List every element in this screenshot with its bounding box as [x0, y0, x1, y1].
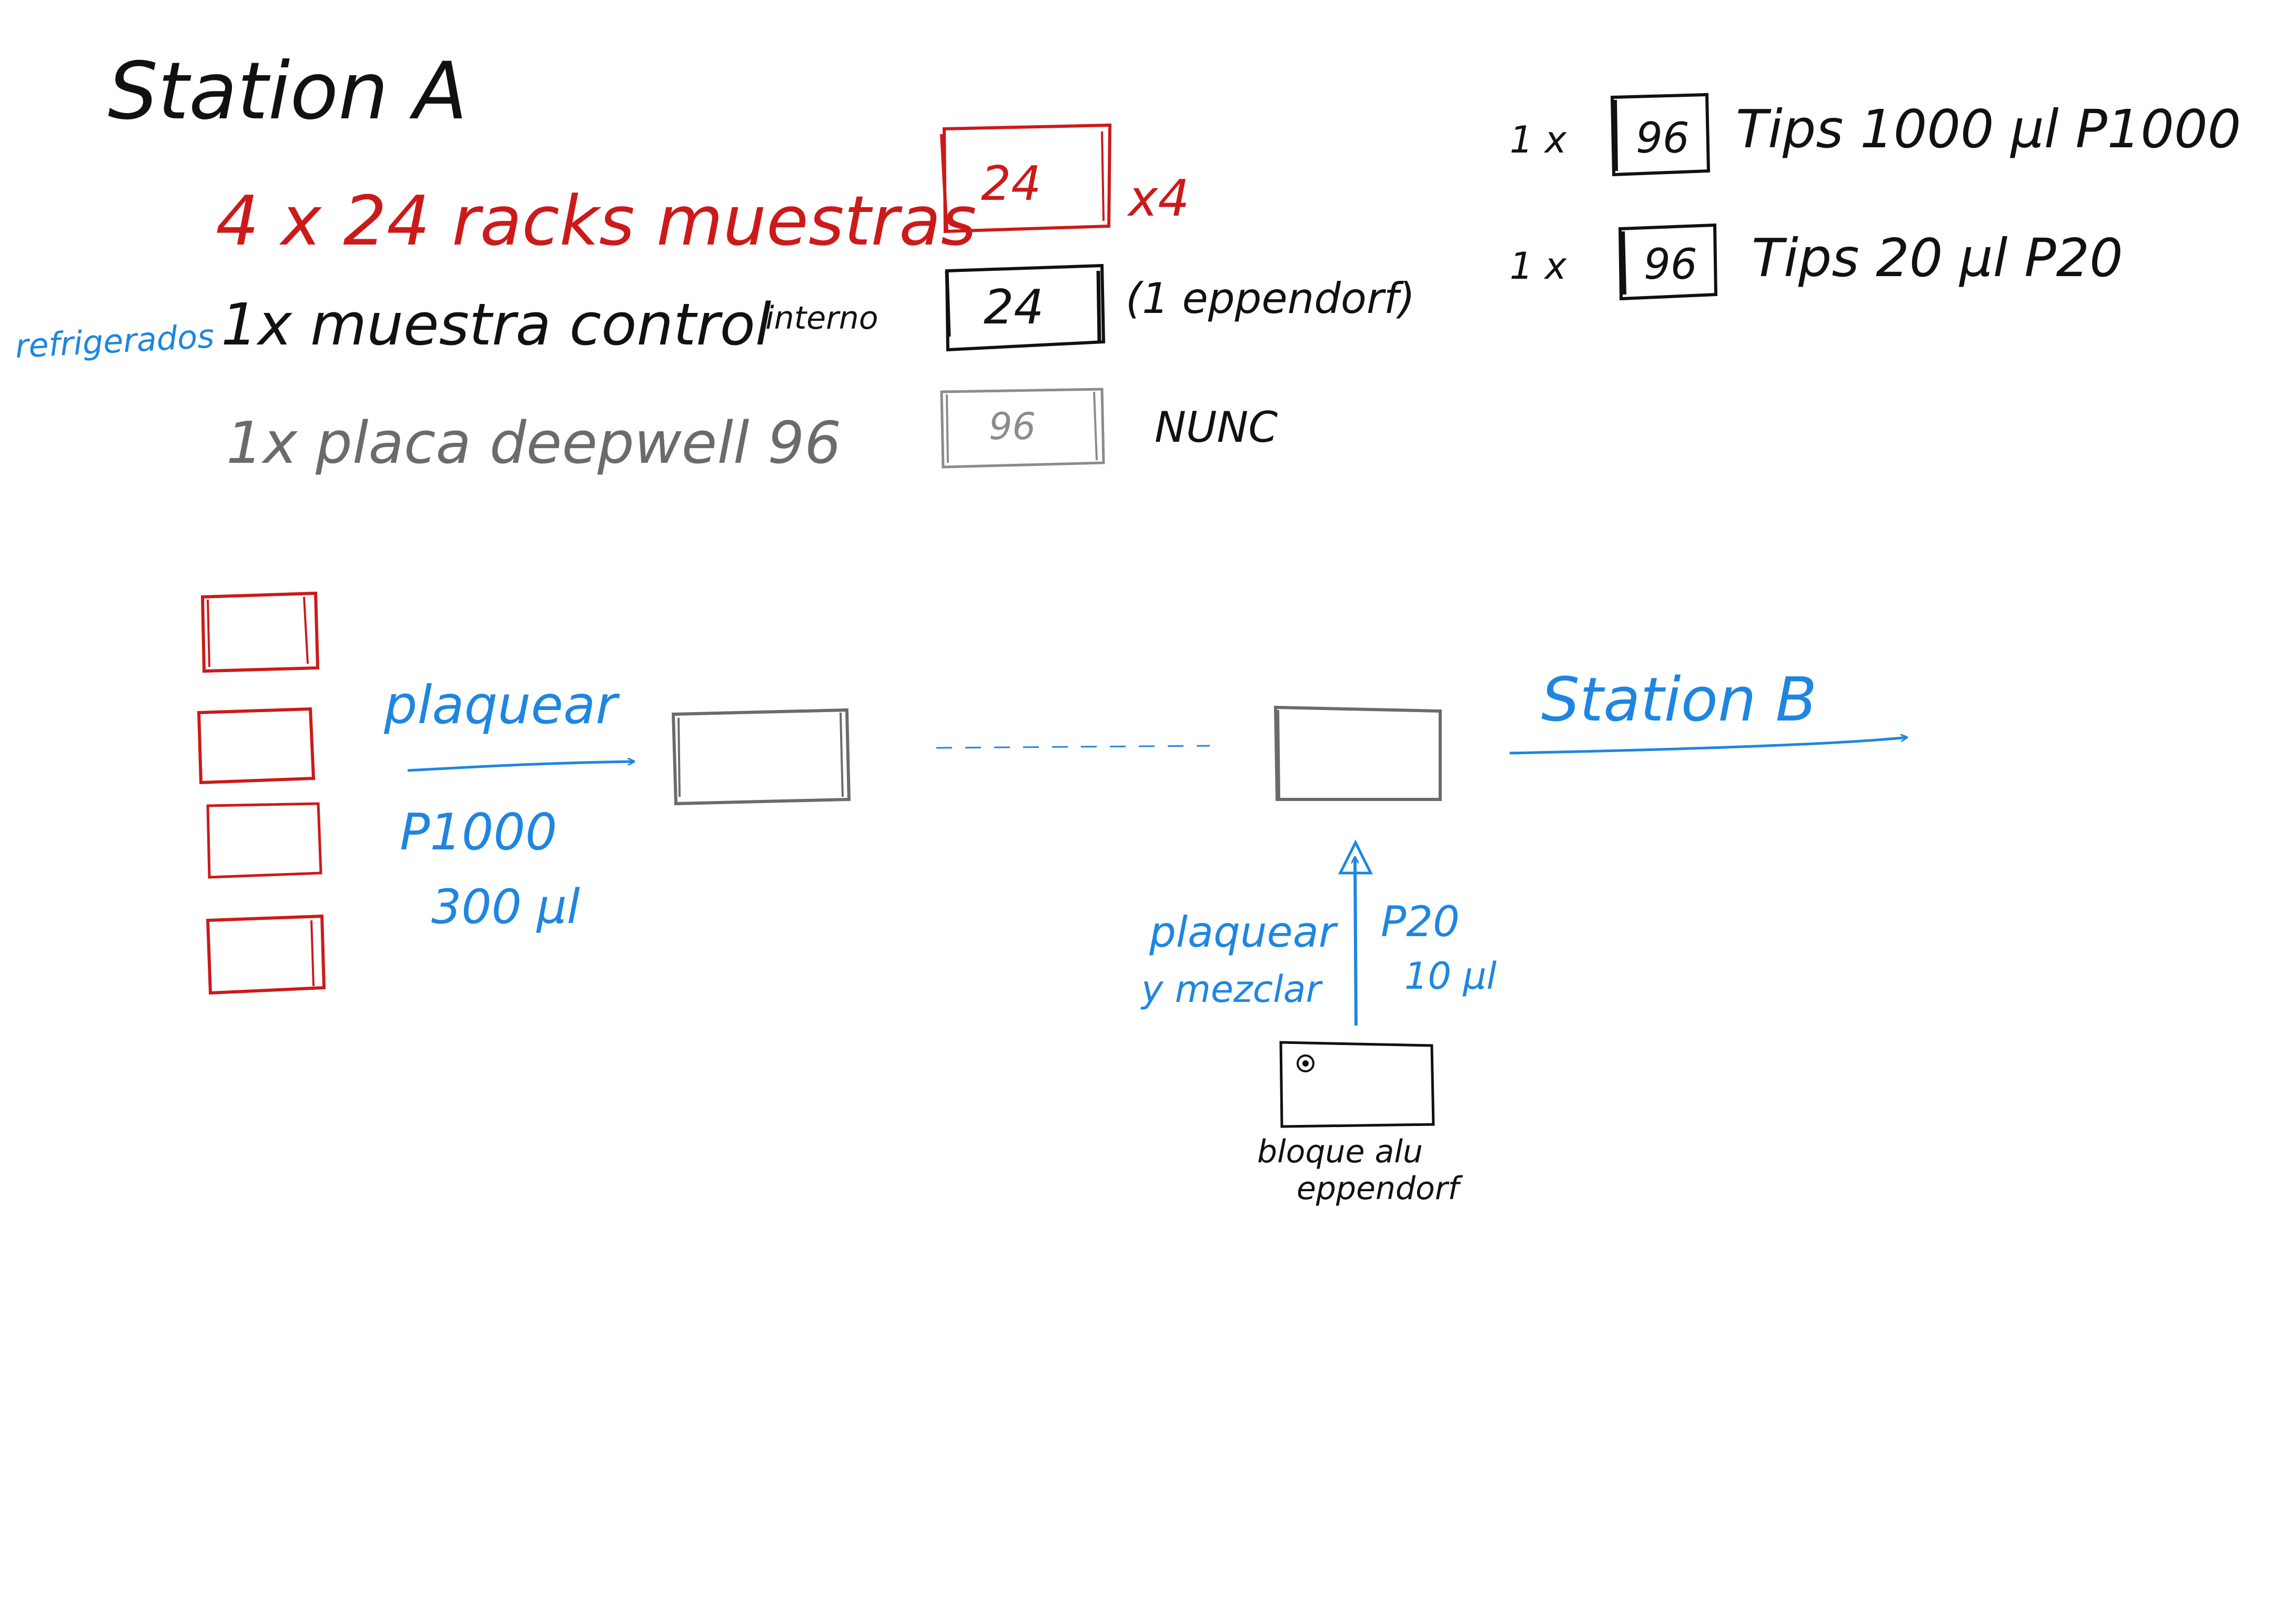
plate-note: NUNC [1155, 403, 1278, 452]
step1-volume: 300 µl [431, 879, 580, 935]
control-suffix: interno [765, 300, 878, 337]
deepwell-plate-box: 96 [940, 388, 1105, 469]
samples-multiplier: x4 [1127, 170, 1190, 228]
dashed-connector [936, 745, 1210, 749]
control-box-label: 24 [984, 280, 1044, 335]
tips-1000-qty: 1 x [1510, 118, 1567, 161]
control-rack-box: 24 [945, 263, 1106, 352]
samples-box-label: 24 [981, 156, 1041, 211]
step2-label-line1: plaquear [1149, 908, 1339, 957]
control-line: 1x muestra control [221, 291, 772, 358]
step2-label-line2: y mezclar [1140, 968, 1323, 1011]
tips-20-qty: 1 x [1510, 245, 1567, 288]
step2-arrow [1355, 857, 1356, 1026]
step1-pipette: P1000 [400, 804, 557, 861]
deepwell-plate [671, 708, 851, 806]
tips-1000-row: 1 x 96 Tips 1000 µl P1000 [1510, 93, 2241, 177]
deepwell-plate-mixed [1273, 705, 1442, 801]
sample-racks-stack [197, 591, 326, 995]
sample-rack [206, 802, 322, 879]
sample-rack [206, 914, 326, 995]
tips-20-label: Tips 20 µl P20 [1752, 227, 2123, 289]
alu-eppendorf-block [1279, 1041, 1435, 1128]
page-title: Station A [108, 46, 468, 137]
step1-label: plaquear [383, 674, 620, 736]
sample-rack [200, 591, 320, 673]
tips-20-row: 1 x 96 Tips 20 µl P20 [1510, 223, 2123, 301]
step1-arrow [407, 762, 634, 772]
station-b-arrow [1509, 737, 1907, 755]
plate-box-label: 96 [989, 405, 1036, 448]
tips-1000-box-label: 96 [1636, 114, 1690, 163]
tips-1000-label: Tips 1000 µl P1000 [1736, 98, 2241, 160]
sample-rack [197, 707, 316, 785]
step2-pipette: P20 [1381, 897, 1460, 946]
step2-volume: 10 µl [1404, 955, 1497, 998]
plate-line: 1x placa deepwell 96 [226, 409, 841, 476]
samples-line: 4 x 24 racks muestras [216, 181, 977, 261]
block-label-line1: bloque alu [1257, 1133, 1423, 1170]
control-note: (1 eppendorf) [1126, 274, 1415, 323]
tips-20-box-label: 96 [1644, 240, 1697, 289]
whiteboard-diagram: Station A 4 x 24 racks muestras 1x muest… [14, 46, 2241, 1207]
refrigerated-note: refrigerados [14, 317, 215, 366]
destination-label: Station B [1541, 665, 1817, 735]
block-label-line2: eppendorf [1297, 1170, 1463, 1207]
